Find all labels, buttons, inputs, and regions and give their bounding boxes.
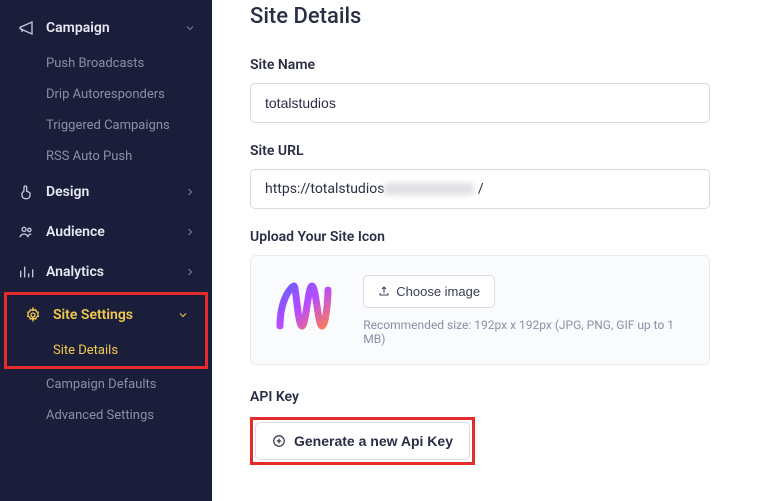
nav-label: Site Settings <box>53 307 133 323</box>
chevron-down-icon <box>177 309 189 321</box>
nav-sub-push-broadcasts[interactable]: Push Broadcasts <box>0 48 212 79</box>
upload-actions: Choose image Recommended size: 192px x 1… <box>363 275 691 346</box>
redacted-text <box>384 183 474 195</box>
sidebar: Campaign Push Broadcasts Drip Autorespon… <box>0 0 212 501</box>
plus-circle-icon <box>272 434 286 448</box>
chevron-right-icon <box>184 186 196 198</box>
site-settings-highlight: Site Settings Site Details <box>4 292 208 369</box>
generate-api-key-button[interactable]: Generate a new Api Key <box>255 422 470 460</box>
nav-design[interactable]: Design <box>0 172 212 212</box>
nav-sub-rss-auto-push[interactable]: RSS Auto Push <box>0 141 212 172</box>
nav-sub-drip-autoresponders[interactable]: Drip Autoresponders <box>0 79 212 110</box>
site-url-prefix: https://totalstudios <box>265 181 384 197</box>
nav-sub-advanced-settings[interactable]: Advanced Settings <box>0 400 212 431</box>
recommend-text: Recommended size: 192px x 192px (JPG, PN… <box>363 318 691 346</box>
site-icon-preview <box>269 274 339 346</box>
nav-analytics[interactable]: Analytics <box>0 252 212 292</box>
site-url-label: Site URL <box>250 143 745 159</box>
chevron-down-icon <box>184 22 196 34</box>
nav-campaign[interactable]: Campaign <box>0 8 212 48</box>
users-icon <box>18 224 34 240</box>
nav-label: Audience <box>46 224 105 240</box>
nav-sub-triggered-campaigns[interactable]: Triggered Campaigns <box>0 110 212 141</box>
nav-label: Analytics <box>46 264 104 280</box>
upload-icon <box>378 285 390 297</box>
choose-image-button[interactable]: Choose image <box>363 275 495 308</box>
site-name-label: Site Name <box>250 57 745 73</box>
upload-icon-label: Upload Your Site Icon <box>250 229 745 245</box>
nav-sub-site-details[interactable]: Site Details <box>7 335 205 366</box>
bar-chart-icon <box>18 264 34 280</box>
main-content: Site Details Site Name Site URL https://… <box>212 0 775 501</box>
api-key-highlight: Generate a new Api Key <box>250 417 475 465</box>
site-name-input[interactable] <box>250 83 710 123</box>
gear-icon <box>25 307 41 323</box>
nav-label: Campaign <box>46 20 110 36</box>
nav-site-settings[interactable]: Site Settings <box>7 295 205 335</box>
page-title: Site Details <box>250 4 745 29</box>
upload-box: Choose image Recommended size: 192px x 1… <box>250 255 710 365</box>
chevron-right-icon <box>184 226 196 238</box>
nav-label: Design <box>46 184 89 200</box>
nav-sub-campaign-defaults[interactable]: Campaign Defaults <box>0 369 212 400</box>
generate-api-key-label: Generate a new Api Key <box>294 433 453 449</box>
megaphone-icon <box>18 20 34 36</box>
hand-pointer-icon <box>18 184 34 200</box>
chevron-right-icon <box>184 266 196 278</box>
api-key-label: API Key <box>250 389 745 405</box>
choose-image-label: Choose image <box>396 284 480 299</box>
site-url-input[interactable]: https://totalstudios / <box>250 169 710 209</box>
site-url-suffix: / <box>474 181 483 197</box>
nav-audience[interactable]: Audience <box>0 212 212 252</box>
